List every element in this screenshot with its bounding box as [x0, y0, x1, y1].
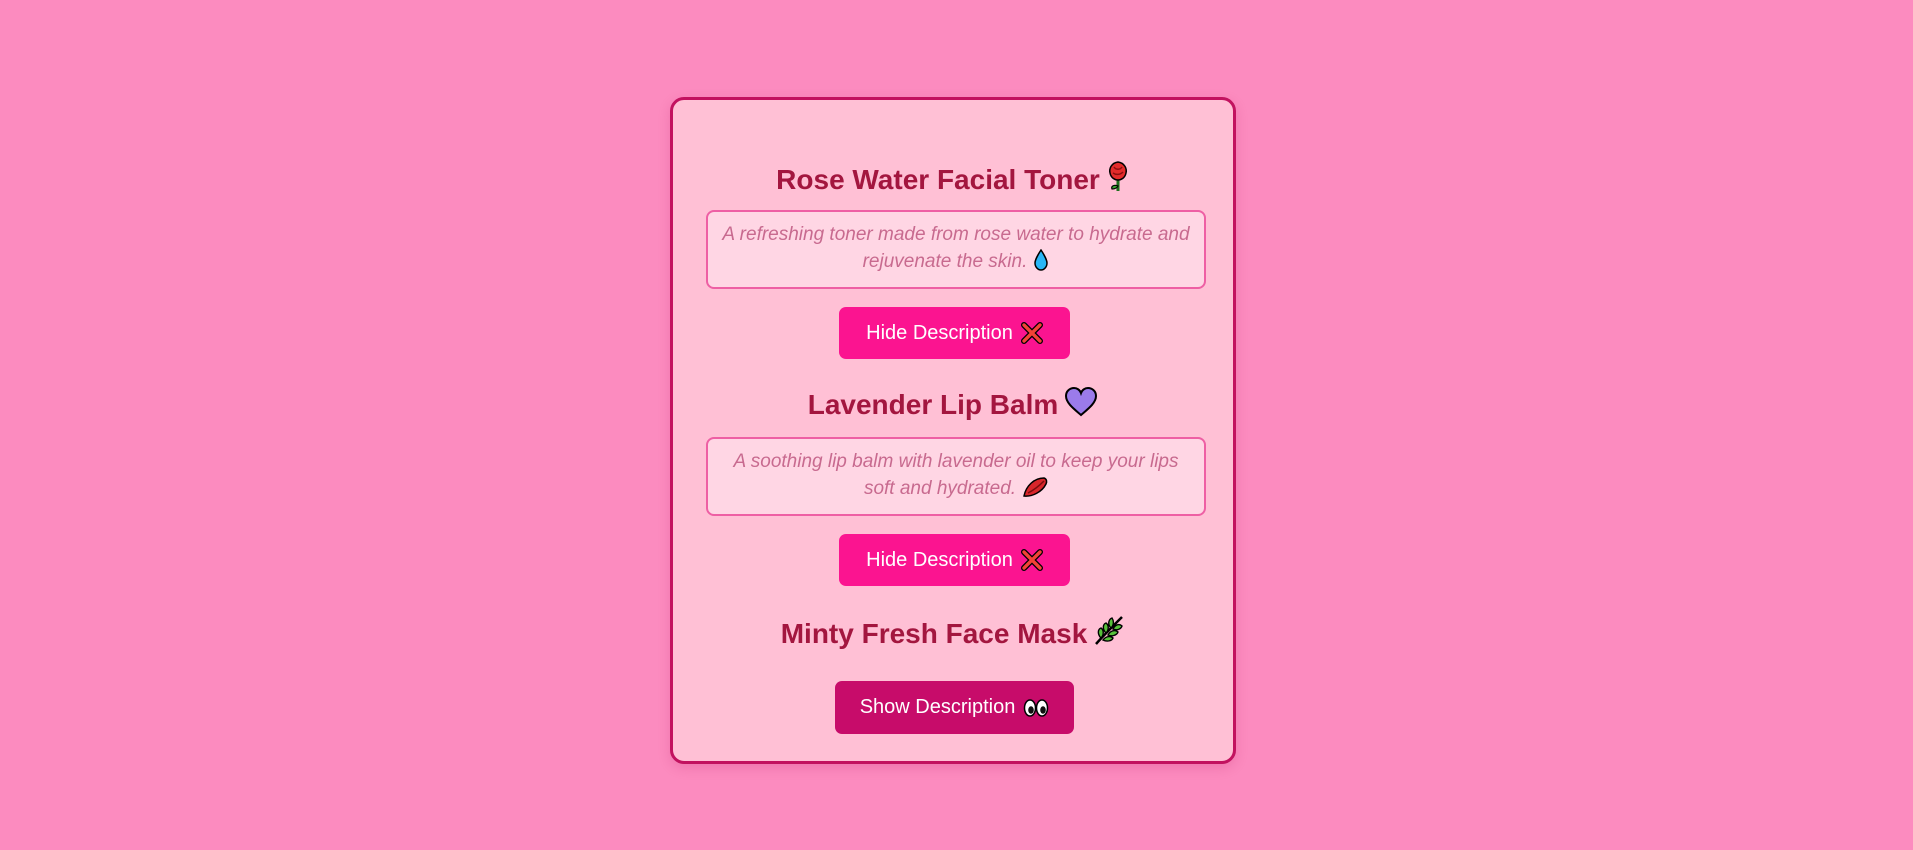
- product-lavender-lip-balm: Lavender Lip Balm: [673, 386, 1233, 425]
- hide-description-button[interactable]: Hide Description: [839, 534, 1070, 586]
- product-title: Minty Fresh Face Mask: [673, 614, 1233, 654]
- herb-leaf-icon: [1093, 614, 1125, 654]
- product-rose-water: Rose Water Facial Toner: [673, 160, 1233, 200]
- show-description-button[interactable]: Show Description: [835, 681, 1074, 734]
- lips-icon: [1022, 476, 1048, 506]
- hide-description-button[interactable]: Hide Description: [839, 307, 1070, 359]
- cross-mark-icon: [1020, 322, 1043, 344]
- eyes-icon: [1023, 698, 1049, 718]
- droplet-icon: [1033, 248, 1049, 279]
- product-minty-face-mask: Minty Fresh Face Mask: [673, 614, 1233, 654]
- product-title: Rose Water Facial Toner: [673, 160, 1233, 200]
- rose-icon: [1106, 160, 1130, 200]
- product-card: Rose Water Facial Toner A refreshing ton…: [670, 97, 1236, 764]
- cross-mark-icon: [1020, 549, 1043, 571]
- product-title: Lavender Lip Balm: [673, 386, 1233, 425]
- purple-heart-icon: [1064, 386, 1098, 425]
- product-description: A soothing lip balm with lavender oil to…: [706, 437, 1206, 516]
- product-description: A refreshing toner made from rose water …: [706, 210, 1206, 289]
